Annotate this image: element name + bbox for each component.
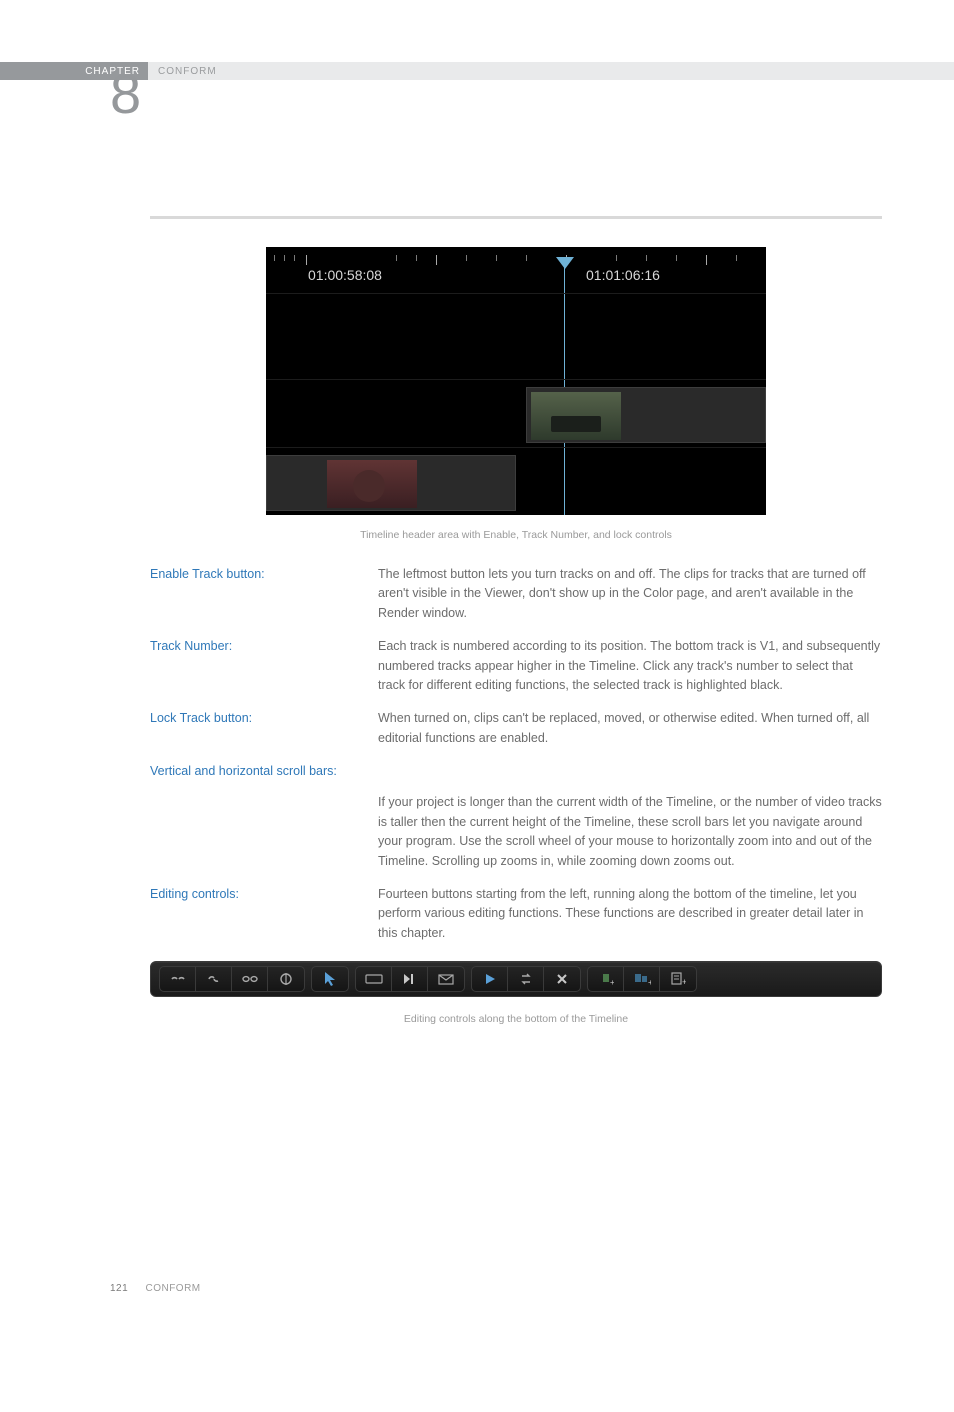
chapter-number: 8 bbox=[110, 66, 141, 122]
link-button[interactable] bbox=[196, 966, 232, 992]
horizontal-rule bbox=[150, 216, 882, 219]
timecode-right: 01:01:06:16 bbox=[586, 267, 660, 283]
svg-text:+: + bbox=[610, 978, 614, 987]
play-group bbox=[471, 966, 581, 992]
play-button[interactable] bbox=[472, 966, 508, 992]
pointer-button[interactable] bbox=[312, 966, 348, 992]
timecode-left: 01:00:58:08 bbox=[308, 267, 382, 283]
definition-row: Enable Track button: The leftmost button… bbox=[150, 565, 882, 623]
editing-toolbar: + + + bbox=[150, 961, 882, 997]
definition-desc: The leftmost button lets you turn tracks… bbox=[378, 565, 882, 623]
swap-button[interactable] bbox=[508, 966, 544, 992]
marker-group: + + + bbox=[587, 966, 697, 992]
figure1-caption: Timeline header area with Enable, Track … bbox=[150, 529, 882, 541]
add-marker-button[interactable]: + bbox=[588, 966, 624, 992]
definition-term-empty bbox=[150, 793, 360, 871]
svg-text:+: + bbox=[682, 977, 686, 987]
snap-button[interactable] bbox=[268, 966, 304, 992]
definition-term: Enable Track button: bbox=[150, 565, 360, 623]
page-number: 121 bbox=[110, 1283, 128, 1294]
pointer-group bbox=[311, 966, 349, 992]
playhead-icon bbox=[556, 257, 574, 271]
definition-row: Lock Track button: When turned on, clips… bbox=[150, 709, 882, 748]
definition-term: Editing controls: bbox=[150, 885, 360, 943]
edit-mode-group bbox=[355, 966, 465, 992]
page-header: CHAPTER CONFORM 8 bbox=[0, 62, 954, 86]
add-track-button[interactable]: + bbox=[660, 966, 696, 992]
skip-button[interactable] bbox=[392, 966, 428, 992]
definition-row: If your project is longer than the curre… bbox=[150, 793, 882, 871]
definition-desc: When turned on, clips can't be replaced,… bbox=[378, 709, 882, 748]
definitions-list: Enable Track button: The leftmost button… bbox=[150, 565, 882, 943]
scroll-bars-label: Vertical and horizontal scroll bars: bbox=[150, 762, 882, 781]
definition-row: Track Number: Each track is numbered acc… bbox=[150, 637, 882, 695]
timeline-screenshot: 01:00:58:08 01:01:06:16 bbox=[266, 247, 766, 515]
envelope-button[interactable] bbox=[428, 966, 464, 992]
definition-desc: Fourteen buttons starting from the left,… bbox=[378, 885, 882, 943]
toolbar-caption: Editing controls along the bottom of the… bbox=[150, 1013, 882, 1025]
chain-button[interactable] bbox=[232, 966, 268, 992]
page-footer: 121 CONFORM bbox=[110, 1283, 201, 1294]
page-content: 01:00:58:08 01:01:06:16 Timeline header … bbox=[150, 216, 882, 1025]
chapter-title: CONFORM bbox=[158, 62, 217, 80]
definition-row: Editing controls: Fourteen buttons start… bbox=[150, 885, 882, 943]
definition-term: Track Number: bbox=[150, 637, 360, 695]
video-clip bbox=[526, 387, 766, 443]
add-flag-button[interactable]: + bbox=[624, 966, 660, 992]
keyboard-button[interactable] bbox=[356, 966, 392, 992]
footer-title: CONFORM bbox=[145, 1283, 200, 1294]
definition-desc: If your project is longer than the curre… bbox=[378, 793, 882, 871]
svg-text:+: + bbox=[648, 978, 651, 987]
delete-button[interactable] bbox=[544, 966, 580, 992]
unlink-button[interactable] bbox=[160, 966, 196, 992]
timeline-ruler: 01:00:58:08 01:01:06:16 bbox=[266, 255, 766, 291]
definition-desc: Each track is numbered according to its … bbox=[378, 637, 882, 695]
definition-term: Lock Track button: bbox=[150, 709, 360, 748]
link-group bbox=[159, 966, 305, 992]
lower-clip bbox=[266, 455, 516, 511]
